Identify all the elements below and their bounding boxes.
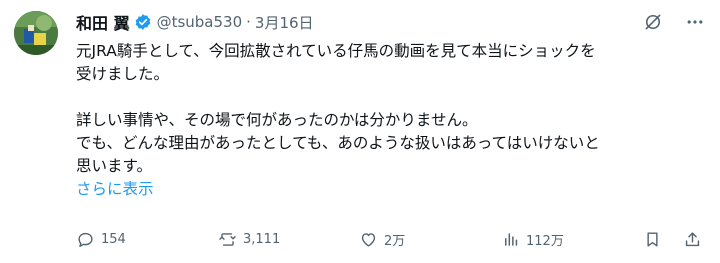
like-icon [361,233,376,247]
post-date[interactable]: 3月16日 [255,12,314,33]
verified-badge-icon[interactable] [134,13,152,31]
views-icon [504,233,518,246]
more-icon[interactable] [684,11,706,33]
repost-icon [219,233,236,246]
like-button[interactable]: 2万 [359,230,405,249]
header-separator: · [246,13,251,31]
post-line: でも、どんな理由があったとしても、あのような扱いはあってはいけないと [76,134,600,152]
reply-icon [78,232,93,247]
repost-count: 3,111 [243,232,281,247]
post-line: 受けました。 [76,65,170,83]
bookmark-button[interactable] [643,230,662,249]
post-header: 和田 翼 @tsuba530 · 3月16日 [76,9,314,35]
post-line: 元JRA騎手として、今回拡散されている仔馬の動画を見て本当にショックを [76,42,596,60]
like-count: 2万 [384,234,406,249]
top-actions [642,11,706,33]
avatar[interactable] [14,11,58,55]
show-more-link[interactable]: さらに表示 [76,178,706,201]
views-button[interactable]: 112万 [501,230,564,249]
author-handle[interactable]: @tsuba530 [157,13,243,31]
repost-button[interactable]: 3,111 [218,230,280,249]
reply-count: 154 [101,232,126,247]
action-bar: 154 3,111 2万 112万 [76,230,706,252]
avatar-image [14,11,58,55]
author-name[interactable]: 和田 翼 [76,10,130,34]
share-icon [685,232,700,247]
post-line: 詳しい事情や、その場で何があったのかは分かりません。 [76,111,478,129]
grok-icon[interactable] [642,11,664,33]
views-count: 112万 [526,234,564,249]
post-line: 思います。 [76,157,152,175]
share-button[interactable] [683,230,702,249]
tweet-card[interactable]: 和田 翼 @tsuba530 · 3月16日 元JRA騎手として、今回拡散されて… [0,0,720,263]
bookmark-icon [647,232,658,247]
reply-button[interactable]: 154 [76,230,126,249]
post-text: 元JRA騎手として、今回拡散されている仔馬の動画を見て本当にショックを 受けまし… [76,40,706,201]
